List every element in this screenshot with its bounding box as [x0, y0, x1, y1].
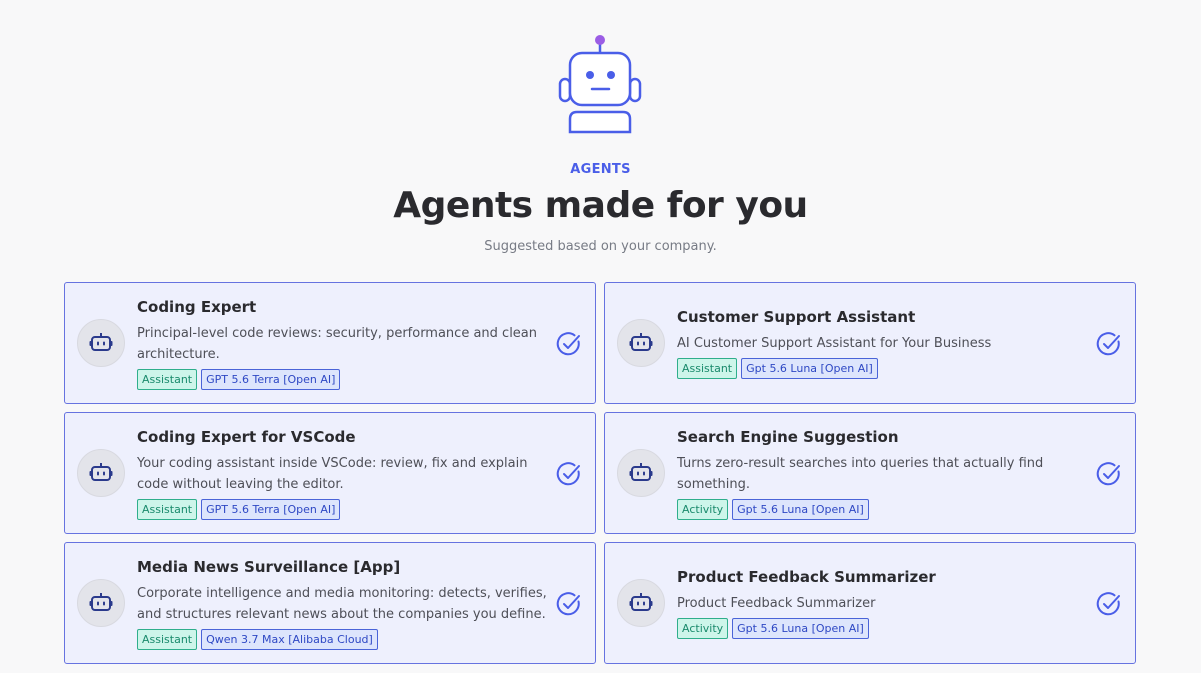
- agent-title: Media News Surveillance [App]: [137, 557, 401, 576]
- check-circle-icon[interactable]: [556, 331, 582, 357]
- agent-tags: Activity Gpt 5.6 Luna [Open AI]: [677, 498, 1087, 520]
- agent-model-badge: GPT 5.6 Terra [Open AI]: [201, 368, 341, 390]
- agent-card[interactable]: Coding Expert for VSCode Your coding ass…: [64, 412, 596, 534]
- robot-icon: [629, 593, 653, 611]
- robot-icon: [89, 593, 113, 611]
- check-circle-icon[interactable]: [1096, 461, 1122, 487]
- agent-type-badge: Assistant: [137, 368, 198, 390]
- section-eyebrow: AGENTS: [570, 162, 631, 177]
- agent-model-badge: Gpt 5.6 Luna [Open AI]: [741, 358, 878, 379]
- agent-type-badge: Assistant: [137, 628, 198, 650]
- agent-type-badge: Assistant: [677, 358, 738, 379]
- agent-avatar: [77, 449, 125, 497]
- agent-tags: Assistant GPT 5.6 Terra [Open AI]: [137, 368, 547, 390]
- page-title: Agents made for you: [393, 185, 808, 226]
- robot-icon: [629, 463, 653, 481]
- agent-grid: Coding Expert Principal-level code revie…: [64, 282, 1136, 664]
- agent-title: Coding Expert for VSCode: [137, 427, 356, 446]
- agent-avatar: [617, 449, 665, 497]
- agent-card[interactable]: Customer Support Assistant AI Customer S…: [604, 282, 1136, 404]
- agent-tags: Assistant GPT 5.6 Terra [Open AI]: [137, 498, 547, 520]
- agent-model-badge: GPT 5.6 Terra [Open AI]: [201, 498, 341, 520]
- agent-tags: Activity Gpt 5.6 Luna [Open AI]: [677, 618, 1087, 639]
- robot-illustration-icon: [558, 35, 642, 134]
- agent-avatar: [617, 319, 665, 367]
- check-circle-icon[interactable]: [556, 591, 582, 617]
- agent-tags: Assistant Qwen 3.7 Max [Alibaba Cloud]: [137, 628, 547, 650]
- check-circle-icon[interactable]: [1096, 331, 1122, 357]
- agent-description: Principal-level code reviews: security, …: [137, 325, 538, 362]
- agent-model-badge: Gpt 5.6 Luna [Open AI]: [732, 618, 869, 639]
- agent-title: Product Feedback Summarizer: [677, 568, 936, 586]
- agent-description: Product Feedback Summarizer: [677, 596, 876, 611]
- agent-description: Turns zero-result searches into queries …: [677, 455, 1044, 492]
- agent-model-badge: Gpt 5.6 Luna [Open AI]: [732, 498, 869, 520]
- agent-title: Search Engine Suggestion: [677, 427, 899, 446]
- robot-icon: [89, 333, 113, 351]
- agent-type-badge: Activity: [677, 618, 729, 639]
- agent-card[interactable]: Search Engine Suggestion Turns zero-resu…: [604, 412, 1136, 534]
- agent-tags: Assistant Gpt 5.6 Luna [Open AI]: [677, 358, 1087, 379]
- check-circle-icon[interactable]: [1096, 591, 1122, 617]
- agent-model-badge: Qwen 3.7 Max [Alibaba Cloud]: [201, 628, 378, 650]
- agent-type-badge: Activity: [677, 498, 729, 520]
- robot-icon: [629, 333, 653, 351]
- agent-description: AI Customer Support Assistant for Your B…: [677, 336, 992, 351]
- check-circle-icon[interactable]: [556, 461, 582, 487]
- agent-avatar: [77, 319, 125, 367]
- agent-card[interactable]: Coding Expert Principal-level code revie…: [64, 282, 596, 404]
- agent-type-badge: Assistant: [137, 498, 198, 520]
- agent-description: Corporate intelligence and media monitor…: [137, 585, 547, 622]
- agent-title: Customer Support Assistant: [677, 308, 916, 326]
- agent-card[interactable]: Media News Surveillance [App] Corporate …: [64, 542, 596, 664]
- agent-card[interactable]: Product Feedback Summarizer Product Feed…: [604, 542, 1136, 664]
- page-subtitle: Suggested based on your company.: [484, 239, 717, 254]
- agent-description: Your coding assistant inside VSCode: rev…: [137, 455, 528, 492]
- agent-title: Coding Expert: [137, 297, 257, 316]
- robot-icon: [89, 463, 113, 481]
- agent-avatar: [617, 579, 665, 627]
- agent-avatar: [77, 579, 125, 627]
